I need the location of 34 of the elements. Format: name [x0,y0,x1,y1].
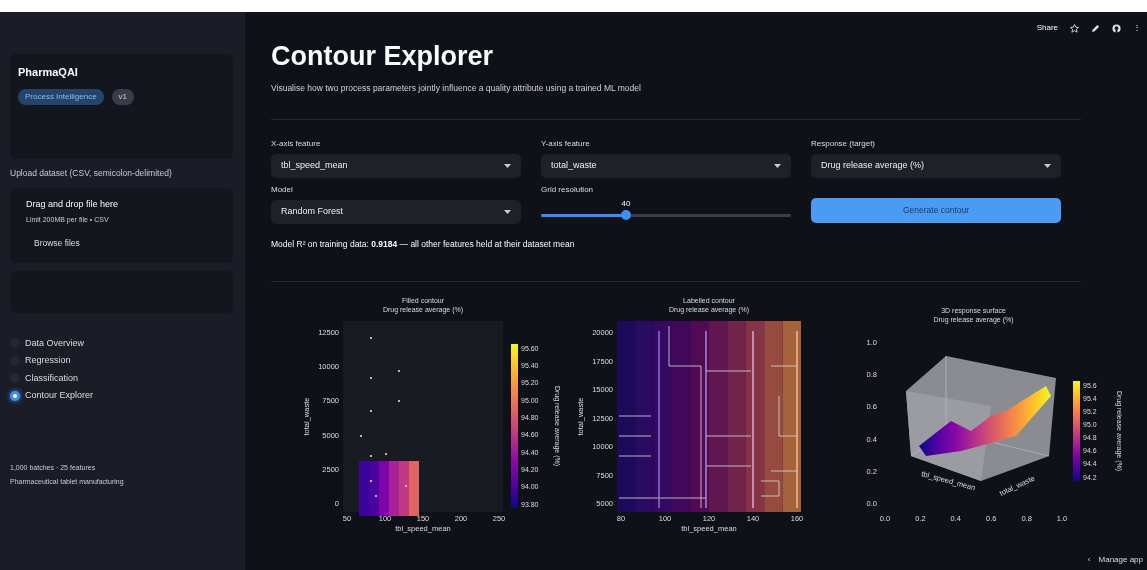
page-subtitle: Visualise how two process parameters jointly influence a quality attribute using a trained ML model [271,82,642,96]
select-field[interactable]: total_waste [541,154,791,179]
field-label: Grid resolution [541,184,595,197]
share-link[interactable]: Share [1036,22,1058,34]
select-field[interactable]: Random Forest [271,200,521,225]
caret-icon[interactable] [504,163,511,169]
field-label: X-axis feature [271,138,322,151]
select-field[interactable]: Drug release average (%) [811,154,1061,179]
nav-radio-item[interactable]: Contour Explorer [10,389,233,403]
more-menu[interactable]: ⋮ [1133,22,1141,34]
field-label: Y-axis feature [541,138,591,151]
field-label: Response (target) [811,138,877,151]
manage-app-button[interactable]: ‹ Manage app [1087,554,1143,566]
slider-value: 40 [621,198,631,211]
field-label: Model [271,184,294,197]
pencil-icon[interactable] [1091,23,1100,33]
radio-icon[interactable] [10,390,20,401]
badge: Process Intelligence [18,88,104,105]
caret-icon[interactable] [504,209,511,215]
page-title: Contour Explorer [271,40,493,73]
generate-button[interactable]: Generate contour [811,198,1061,224]
dropzone-title: Drag and drop file here [25,197,120,211]
caret-icon[interactable] [774,163,781,169]
app-name: PharmaQAI [18,65,79,80]
caption-text: Model R² on training data: 0.9184 — all other features held at their dataset mean [271,238,576,251]
nav-radio-item[interactable]: Data Overview [10,336,233,350]
select-field[interactable]: tbl_speed_mean [271,154,521,179]
upload-label: Upload dataset (CSV, semicolon-delimited) [10,167,173,180]
caret-icon[interactable] [1044,163,1051,169]
badge: v1 [111,88,135,105]
star-icon[interactable] [1070,23,1079,33]
slider-thumb[interactable] [621,210,631,221]
nav-radio-item[interactable]: Classification [10,371,233,385]
nav-radio-item[interactable]: Regression [10,354,233,368]
